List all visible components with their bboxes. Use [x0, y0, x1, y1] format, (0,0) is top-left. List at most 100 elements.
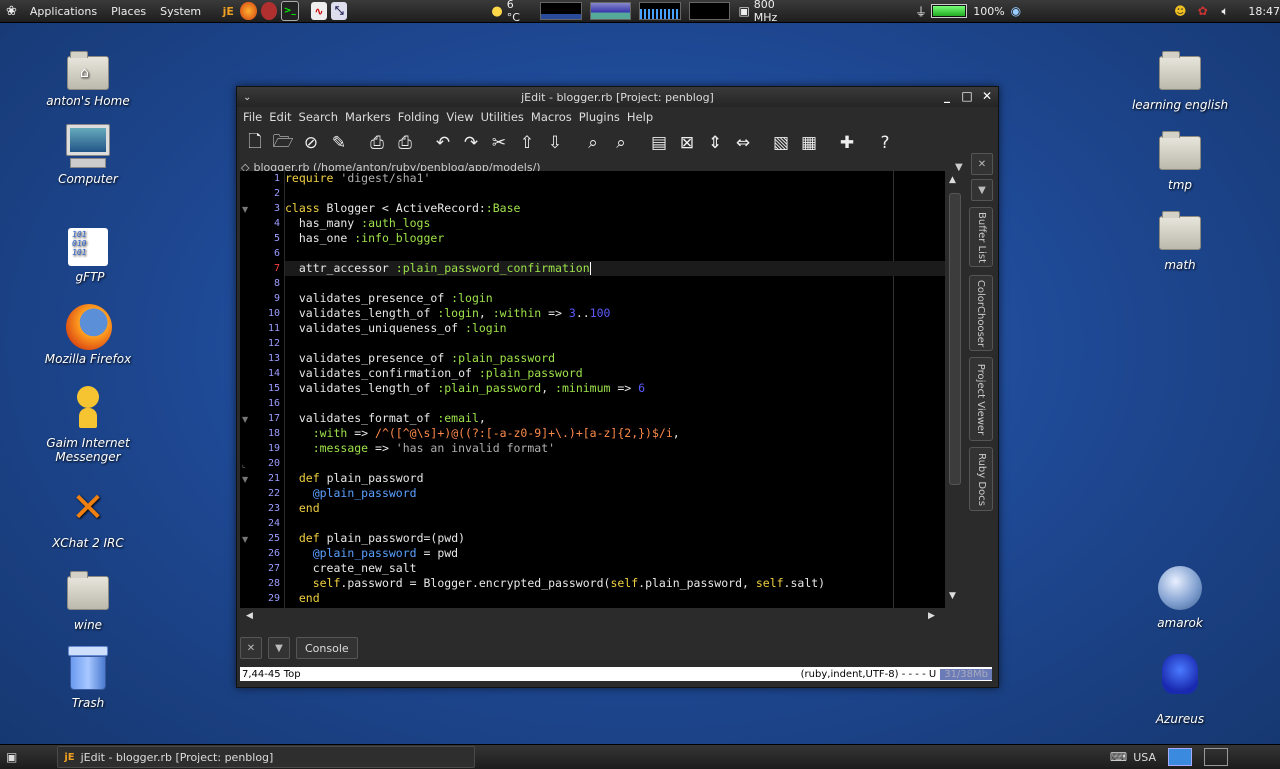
workspace-2[interactable]: [1204, 748, 1228, 766]
desktop-icon-learning-english[interactable]: learning english: [1125, 48, 1235, 112]
clock[interactable]: 18:47: [1248, 5, 1280, 18]
redo-icon[interactable]: ↷: [459, 131, 483, 155]
terminal-launcher-icon[interactable]: >_: [280, 1, 299, 21]
battery-meter[interactable]: [931, 4, 968, 18]
line-number[interactable]: 20: [240, 458, 280, 469]
code-line[interactable]: class Blogger < ActiveRecord::Base: [285, 201, 520, 216]
desktop-icon-gftp[interactable]: 101 010 101 gFTP: [35, 228, 145, 284]
code-line[interactable]: validates_presence_of :login: [285, 291, 493, 306]
desktop-icon-amarok[interactable]: amarok: [1125, 566, 1235, 630]
fold-expanded-icon[interactable]: ▼: [242, 415, 248, 424]
split-vertical-icon[interactable]: ⇔: [731, 131, 755, 155]
code-line[interactable]: validates_presence_of :plain_password: [285, 351, 555, 366]
applications-menu[interactable]: Applications: [23, 5, 104, 18]
console-button[interactable]: Console: [296, 637, 358, 659]
scroll-up-icon[interactable]: ▲: [949, 175, 956, 185]
menu-view[interactable]: View: [446, 110, 473, 124]
menu-markers[interactable]: Markers: [345, 110, 391, 124]
workspace-1[interactable]: [1168, 748, 1192, 766]
desktop-icon-computer[interactable]: Computer: [33, 124, 143, 186]
line-number[interactable]: 16: [240, 398, 280, 409]
line-number[interactable]: 29: [240, 593, 280, 604]
find-next-icon[interactable]: ⌕: [609, 131, 633, 155]
vertical-scrollbar[interactable]: ▲ ▼: [945, 171, 963, 608]
scroll-down-icon[interactable]: ▼: [949, 591, 956, 601]
line-number[interactable]: 12: [240, 338, 280, 349]
code-line[interactable]: self.password = Blogger.encrypted_passwo…: [285, 576, 825, 591]
screenshot-launcher-icon[interactable]: ⤡: [331, 2, 348, 20]
weather-icon[interactable]: ●: [491, 4, 502, 19]
help-icon[interactable]: ?: [873, 131, 897, 155]
line-number[interactable]: 8: [240, 278, 280, 289]
dock-tab-colorchooser[interactable]: ColorChooser: [969, 275, 993, 351]
desktop-icon-firefox[interactable]: Mozilla Firefox: [33, 304, 143, 366]
fold-end-icon[interactable]: ⌞: [242, 460, 246, 469]
desktop-icon-wine[interactable]: wine: [33, 568, 143, 632]
dock-close-icon[interactable]: ✕: [971, 153, 993, 175]
line-number[interactable]: 15: [240, 383, 280, 394]
line-number[interactable]: 23: [240, 503, 280, 514]
fold-expanded-icon[interactable]: ▼: [242, 475, 248, 484]
menu-plugins[interactable]: Plugins: [579, 110, 620, 124]
window-titlebar[interactable]: ⌄ jEdit - blogger.rb [Project: penblog] …: [237, 87, 998, 107]
menu-file[interactable]: File: [243, 110, 262, 124]
fold-expanded-icon[interactable]: ▼: [242, 535, 248, 544]
global-options-icon[interactable]: ▦: [797, 131, 821, 155]
unsplit-icon[interactable]: ⊠: [675, 131, 699, 155]
places-menu[interactable]: Places: [104, 5, 153, 18]
show-desktop-icon[interactable]: ▣: [6, 750, 17, 764]
text-area[interactable]: 1 2 3 ▼ 4 5 6 7 8 9 10 11 12 13 14 15 16 17 ▼ 18 19 20 ⌞ 21 ▼ 22 2…: [240, 171, 945, 608]
taskbar-item-jedit[interactable]: jE jEdit - blogger.rb [Project: penblog]: [57, 746, 476, 768]
buffer-options-icon[interactable]: ▧: [769, 131, 793, 155]
weather-temp[interactable]: 6 °C: [507, 0, 528, 24]
gutter[interactable]: 1 2 3 ▼ 4 5 6 7 8 9 10 11 12 13 14 15 16 17 ▼ 18 19 20 ⌞ 21 ▼ 22 2…: [240, 171, 285, 608]
desktop-icon-trash[interactable]: Trash: [33, 646, 143, 710]
new-file-icon[interactable]: 🗋︎: [243, 131, 267, 155]
menu-macros[interactable]: Macros: [531, 110, 572, 124]
window-menu-chevron-icon[interactable]: ⌄: [243, 92, 251, 103]
caret-position[interactable]: 7,44-45 Top: [242, 669, 301, 680]
volume-icon[interactable]: 🔈︎: [1218, 3, 1232, 19]
dock-menu-icon[interactable]: ▼: [971, 179, 993, 201]
keyboard-layout[interactable]: USA: [1133, 751, 1156, 764]
code-line[interactable]: attr_accessor :plain_password_confirmati…: [285, 261, 945, 276]
code-line[interactable]: :message => 'has an invalid format': [285, 441, 555, 456]
print-preview-icon[interactable]: ⎙: [393, 131, 417, 155]
network-monitor[interactable]: [639, 2, 681, 20]
line-number[interactable]: 2: [240, 188, 280, 199]
system-menu[interactable]: System: [153, 5, 208, 18]
gaim-launcher-icon[interactable]: [260, 2, 277, 20]
code-line[interactable]: validates_uniqueness_of :login: [285, 321, 507, 336]
new-view-icon[interactable]: ▤: [647, 131, 671, 155]
desktop-icon-math[interactable]: math: [1125, 208, 1235, 272]
save-icon[interactable]: ✎: [327, 131, 351, 155]
system-monitor-launcher-icon[interactable]: ∿: [310, 2, 328, 20]
maximize-icon[interactable]: □: [960, 89, 974, 103]
power-plug-icon[interactable]: ⏚: [915, 3, 927, 20]
user-icon[interactable]: ☻: [1173, 3, 1187, 19]
menu-edit[interactable]: Edit: [269, 110, 291, 124]
menu-folding[interactable]: Folding: [398, 110, 440, 124]
memory-monitor[interactable]: [589, 2, 632, 20]
undo-icon[interactable]: ↶: [431, 131, 455, 155]
menu-search[interactable]: Search: [299, 110, 339, 124]
line-number[interactable]: 24: [240, 518, 280, 529]
print-icon[interactable]: ⎙: [365, 131, 389, 155]
code-line[interactable]: :with => /^([^@\s]+)@((?:[-a-z0-9]+\.)+[…: [285, 426, 680, 441]
code-line[interactable]: def plain_password: [285, 471, 424, 486]
desktop-icon-azureus[interactable]: Azureus: [1125, 654, 1235, 726]
code-line[interactable]: end: [285, 591, 320, 606]
line-number[interactable]: 5: [240, 233, 280, 244]
dock-tab-buffer-list[interactable]: Buffer List: [969, 207, 993, 267]
desktop-icon-gaim[interactable]: Gaim Internet Messenger: [33, 386, 143, 464]
fold-expanded-icon[interactable]: ▼: [242, 205, 248, 214]
gnome-foot-icon[interactable]: ❀: [6, 4, 17, 19]
horizontal-scrollbar[interactable]: ◀ ▶: [240, 611, 945, 625]
desktop-icon-xchat[interactable]: ✕ XChat 2 IRC: [33, 486, 143, 550]
dock-tab-project-viewer[interactable]: Project Viewer: [969, 357, 993, 441]
code-line[interactable]: validates_length_of :plain_password, :mi…: [285, 381, 645, 396]
line-number[interactable]: 6: [240, 248, 280, 259]
dock-tab-ruby-docs[interactable]: Ruby Docs: [969, 447, 993, 511]
code-line[interactable]: def plain_password=(pwd): [285, 531, 465, 546]
line-number[interactable]: 13: [240, 353, 280, 364]
